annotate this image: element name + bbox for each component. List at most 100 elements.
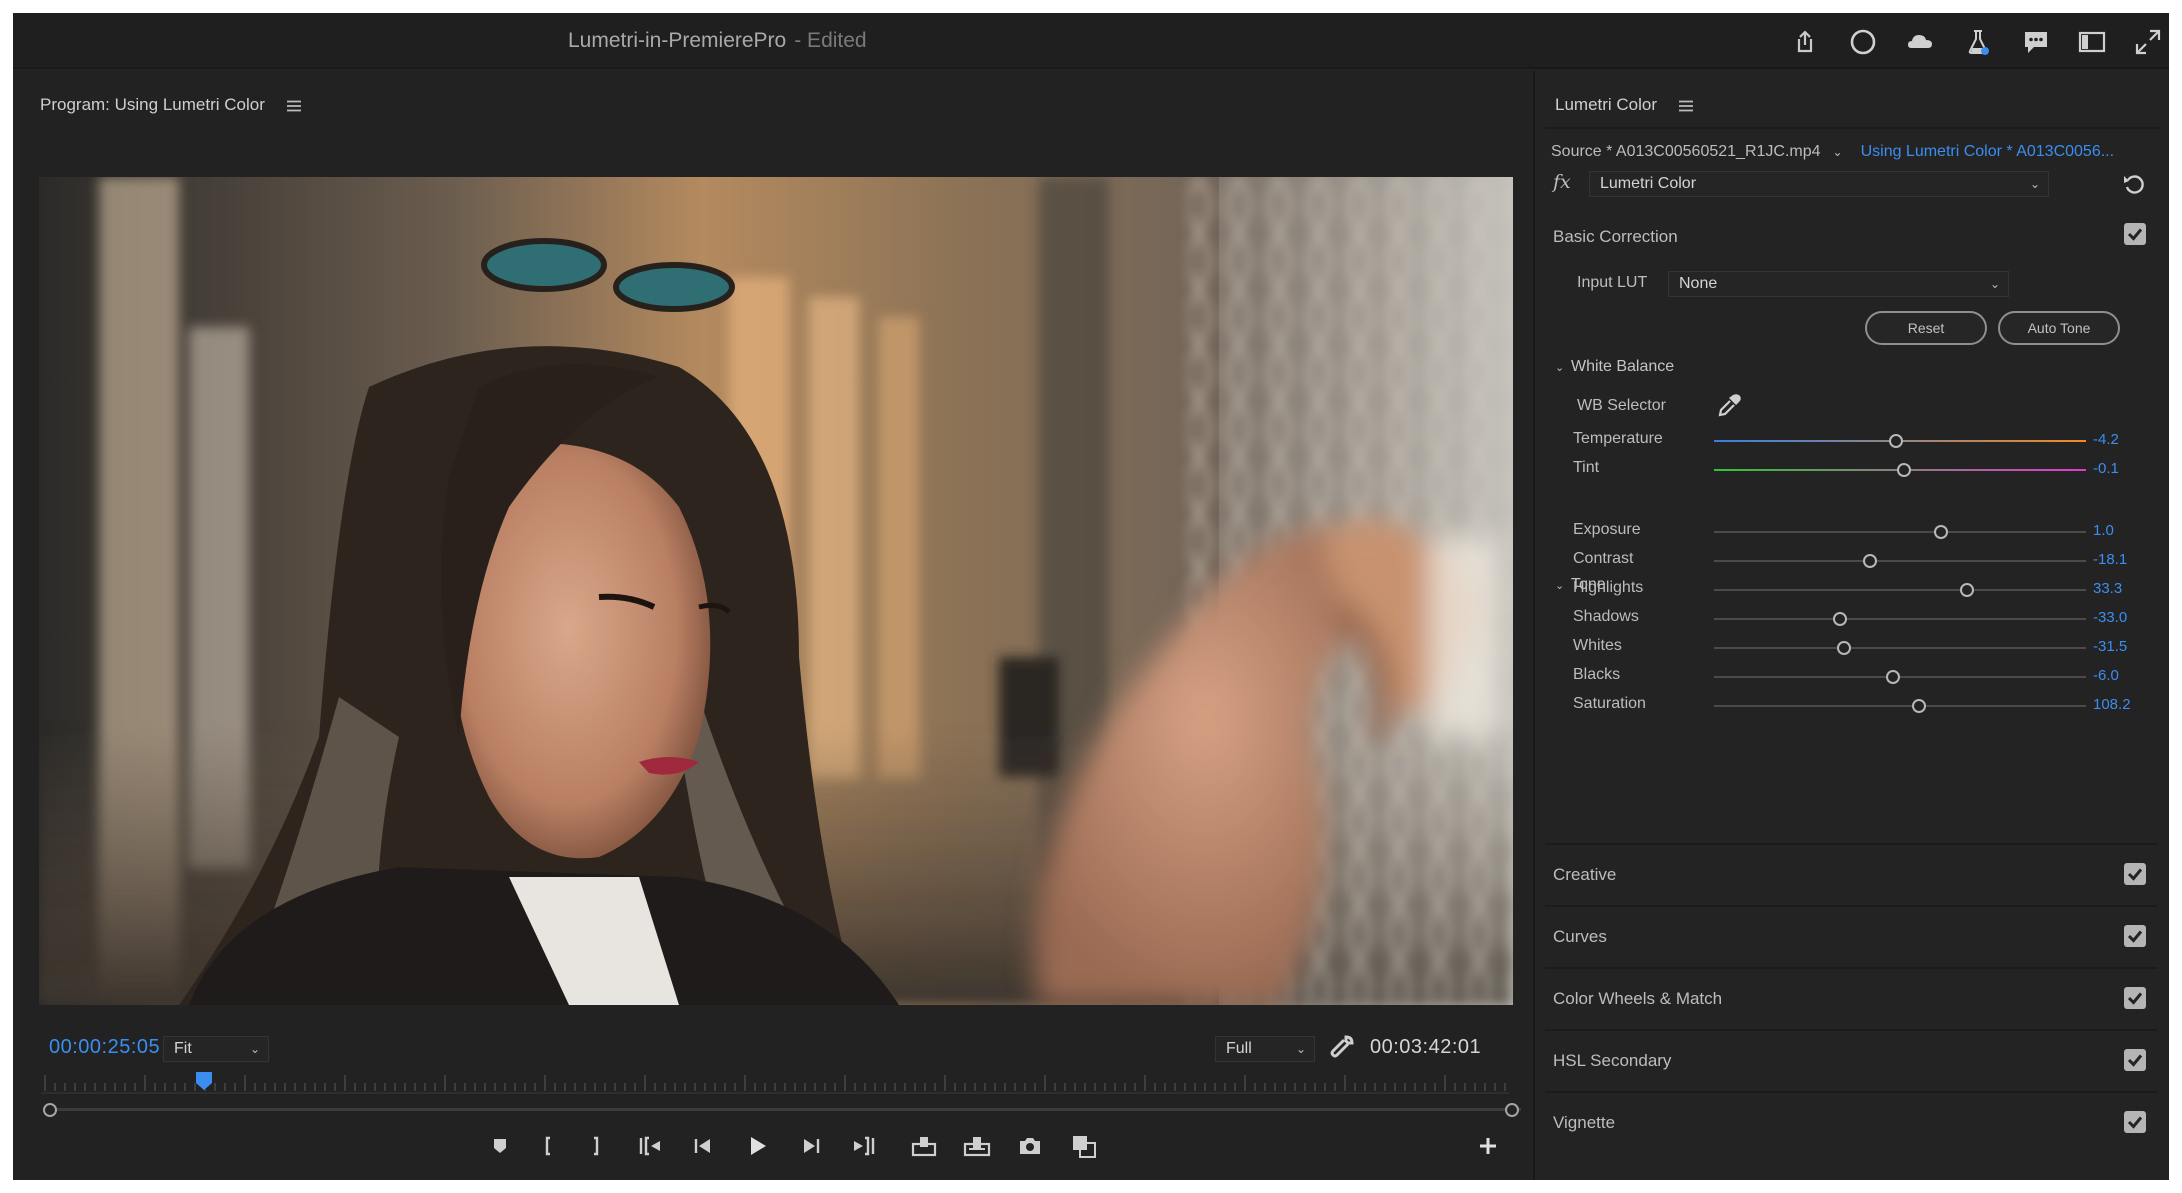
button-editor-plus-icon[interactable] (1473, 1131, 1503, 1161)
basic-correction-section-header[interactable]: Basic Correction (1545, 207, 2157, 269)
blacks-slider-row: Blacks -6.0 (1535, 662, 2169, 692)
vignette-enable-checkbox[interactable] (2124, 1111, 2146, 1133)
panel-menu-icon[interactable] (286, 100, 302, 112)
tint-value[interactable]: -0.1 (2093, 460, 2119, 477)
mark-in-button[interactable] (531, 1129, 565, 1163)
chevron-down-icon: ⌄ (1295, 1042, 1306, 1056)
curves-title: Curves (1553, 927, 1607, 946)
saturation-slider-track[interactable] (1714, 705, 2086, 707)
creative-enable-checkbox[interactable] (2124, 863, 2146, 885)
temperature-slider-handle[interactable] (1889, 434, 1904, 448)
reset-button[interactable]: Reset (1865, 311, 1987, 345)
hsl-secondary-section-header[interactable]: HSL Secondary (1545, 1029, 2157, 1091)
current-timecode[interactable]: 00:00:25:05 (49, 1036, 160, 1059)
panel-menu-icon[interactable] (1678, 100, 1694, 112)
color-wheels-enable-checkbox[interactable] (2124, 987, 2146, 1009)
wrench-icon[interactable] (1329, 1034, 1355, 1060)
panel-layout-icon[interactable] (2077, 27, 2107, 57)
flask-icon[interactable] (1963, 27, 1993, 57)
zoom-scrollbar[interactable] (47, 1108, 1521, 1111)
step-back-button[interactable] (686, 1129, 720, 1163)
cloud-icon[interactable] (1905, 27, 1935, 57)
creative-section-header[interactable]: Creative (1545, 843, 2157, 905)
go-to-in-button[interactable] (633, 1129, 667, 1163)
comparison-view-button[interactable] (1067, 1129, 1101, 1163)
shadows-slider-track[interactable] (1714, 618, 2086, 620)
insert-button[interactable] (907, 1129, 941, 1163)
playhead-marker[interactable] (195, 1072, 212, 1090)
effect-select-value: Lumetri Color (1600, 175, 1697, 192)
contrast-slider-track[interactable] (1714, 560, 2086, 562)
sequence-clip-link[interactable]: Using Lumetri Color * A013C0056... (1861, 143, 2114, 160)
temperature-value[interactable]: -4.2 (2093, 431, 2119, 448)
slider-label: Saturation (1573, 695, 1646, 712)
saturation-slider-handle[interactable] (1911, 699, 1926, 713)
effect-select[interactable]: Lumetri Color ⌄ (1589, 171, 2049, 197)
basic-correction-enable-checkbox[interactable] (2124, 223, 2146, 245)
zoom-scrollbar-left-handle[interactable] (43, 1103, 57, 1117)
playback-resolution-select[interactable]: Full ⌄ (1215, 1036, 1315, 1062)
eyedropper-icon[interactable] (1715, 391, 1743, 419)
zoom-scrollbar-right-handle[interactable] (1505, 1103, 1519, 1117)
whites-slider-row: Whites -31.5 (1535, 633, 2169, 663)
chevron-down-icon: ⌄ (249, 1042, 260, 1056)
slider-label: Tint (1573, 459, 1600, 476)
contrast-slider-handle[interactable] (1863, 554, 1878, 568)
play-button[interactable] (740, 1129, 774, 1163)
creative-title: Creative (1553, 865, 1617, 884)
input-lut-select[interactable]: None ⌄ (1668, 271, 2009, 297)
time-ruler[interactable] (41, 1071, 1509, 1095)
video-frame-image (39, 177, 1513, 1005)
blacks-value[interactable]: -6.0 (2093, 667, 2119, 684)
auto-tone-button[interactable]: Auto Tone (1998, 311, 2120, 345)
program-panel-tab[interactable]: Program: Using Lumetri Color (40, 95, 302, 115)
exposure-value[interactable]: 1.0 (2093, 522, 2114, 539)
zoom-level-select[interactable]: Fit ⌄ (163, 1036, 269, 1062)
export-frame-camera-icon[interactable] (1013, 1129, 1047, 1163)
add-marker-button[interactable] (483, 1129, 517, 1163)
mark-out-button[interactable] (579, 1129, 613, 1163)
curves-enable-checkbox[interactable] (2124, 925, 2146, 947)
circle-icon[interactable] (1848, 27, 1878, 57)
share-icon[interactable] (1790, 27, 1820, 57)
comment-icon[interactable] (2021, 27, 2051, 57)
white-balance-subsection[interactable]: ⌄ White Balance (1555, 358, 1674, 376)
curves-section-header[interactable]: Curves (1545, 905, 2157, 967)
exposure-slider-handle[interactable] (1933, 525, 1948, 539)
basic-correction-title: Basic Correction (1553, 227, 1678, 246)
lumetri-panel-tab[interactable]: Lumetri Color (1555, 95, 1694, 115)
slider-label: Shadows (1573, 608, 1639, 625)
saturation-value[interactable]: 108.2 (2093, 696, 2131, 713)
reset-effect-icon[interactable] (2121, 171, 2147, 197)
chevron-down-icon: ⌄ (1989, 277, 2000, 291)
highlights-slider-track[interactable] (1714, 589, 2086, 591)
highlights-slider-row: Highlights 33.3 (1535, 575, 2169, 605)
exposure-slider-track[interactable] (1714, 531, 2086, 533)
step-forward-button[interactable] (794, 1129, 828, 1163)
project-name: Lumetri-in-PremierePro (568, 29, 787, 52)
hsl-secondary-enable-checkbox[interactable] (2124, 1049, 2146, 1071)
vignette-section-header[interactable]: Vignette (1545, 1091, 2157, 1153)
highlights-value[interactable]: 33.3 (2093, 580, 2122, 597)
color-wheels-title: Color Wheels & Match (1553, 989, 1723, 1008)
color-wheels-section-header[interactable]: Color Wheels & Match (1545, 967, 2157, 1029)
tint-slider-handle[interactable] (1896, 463, 1911, 477)
chevron-down-icon[interactable]: ⌄ (1833, 145, 1843, 159)
contrast-value[interactable]: -18.1 (2093, 551, 2127, 568)
highlights-slider-handle[interactable] (1959, 583, 1974, 597)
shadows-slider-handle[interactable] (1833, 612, 1848, 626)
whites-slider-handle[interactable] (1837, 641, 1852, 655)
blacks-slider-handle[interactable] (1885, 670, 1900, 684)
whites-value[interactable]: -31.5 (2093, 638, 2127, 655)
overwrite-button[interactable] (960, 1129, 994, 1163)
fullscreen-icon[interactable] (2133, 27, 2163, 57)
blacks-slider-track[interactable] (1714, 676, 2086, 678)
slider-label: Whites (1573, 637, 1622, 654)
playback-resolution-value: Full (1226, 1040, 1252, 1057)
edited-status: - Edited (794, 29, 867, 52)
go-to-out-button[interactable] (847, 1129, 881, 1163)
title-bar: Lumetri-in-PremierePro - Edited (13, 13, 2169, 69)
whites-slider-track[interactable] (1714, 647, 2086, 649)
shadows-value[interactable]: -33.0 (2093, 609, 2127, 626)
source-clip-label[interactable]: Source * A013C00560521_R1JC.mp4 (1551, 143, 1821, 160)
